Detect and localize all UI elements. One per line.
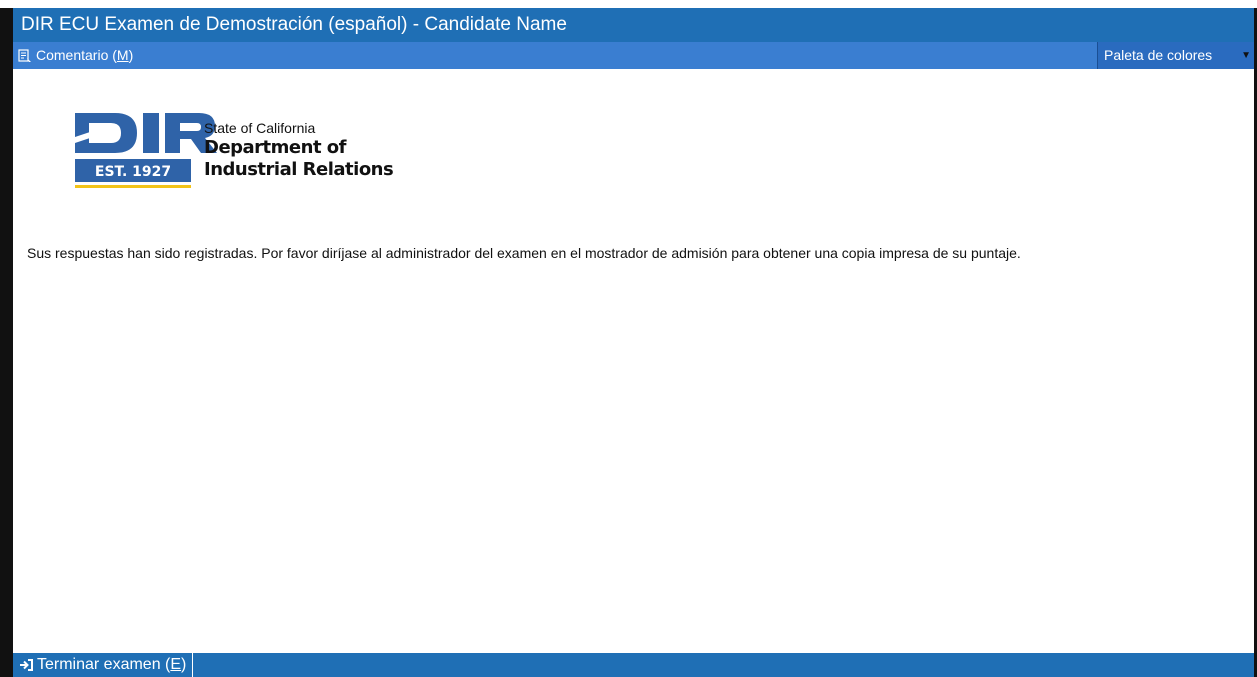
finish-label-suffix: )	[181, 656, 187, 673]
comment-label: Comentario (	[36, 47, 117, 63]
comment-note-icon	[18, 48, 31, 62]
top-strip	[0, 0, 1257, 8]
finish-label: Terminar examen (	[37, 656, 171, 673]
completion-message: Sus respuestas han sido registradas. Por…	[27, 245, 1021, 261]
palette-label: Paleta de colores	[1104, 47, 1213, 63]
toolbar: Comentario (M) Paleta de colores ▼	[13, 42, 1254, 69]
comment-button[interactable]: Comentario (M)	[18, 42, 133, 69]
comment-label-suffix: )	[128, 47, 134, 63]
department-label: Department of	[204, 137, 347, 158]
industrial-relations-label: Industrial Relations	[204, 159, 394, 180]
comment-shortcut-key: M	[116, 47, 129, 63]
finish-shortcut-key: E	[170, 656, 182, 673]
footer-bar: Terminar examen (E)	[13, 653, 1254, 677]
main-content: EST. 1927 State of California Department…	[13, 69, 1254, 653]
chevron-down-icon: ▼	[1241, 50, 1251, 61]
est-year-text: EST. 1927	[95, 164, 171, 180]
finish-exam-button[interactable]: Terminar examen (E)	[13, 653, 194, 677]
agency-name: State of California Department of Indust…	[204, 119, 394, 181]
state-label: State of California	[204, 120, 316, 136]
window-title: DIR ECU Examen de Demostración (español)…	[13, 8, 1254, 42]
exit-icon	[20, 659, 33, 671]
color-palette-dropdown[interactable]: Paleta de colores ▼	[1097, 42, 1254, 69]
